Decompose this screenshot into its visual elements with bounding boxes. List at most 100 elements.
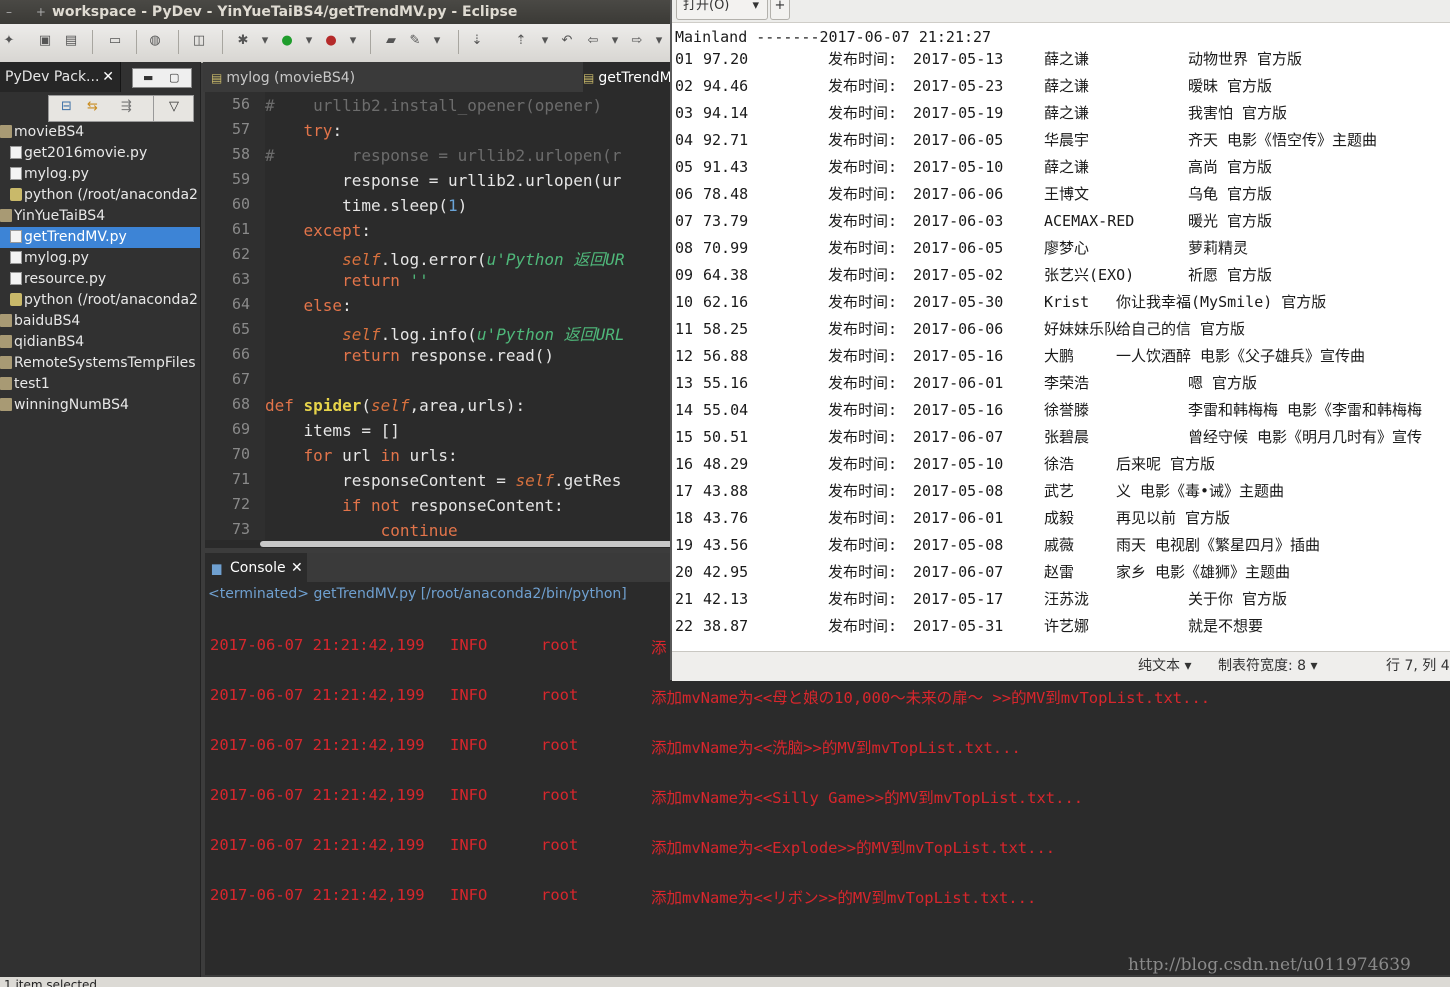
row-date: 2017-05-16: [913, 401, 1004, 419]
forward-arrow-icon[interactable]: ⇨: [628, 32, 646, 50]
tree-item[interactable]: getTrendMV.py: [0, 227, 200, 248]
tree-item-label: movieBS4: [14, 124, 85, 140]
console-icon[interactable]: ▭: [106, 32, 124, 50]
new-tab-button[interactable]: +: [770, 0, 790, 20]
prev-annotation-icon[interactable]: ⇡: [512, 32, 530, 50]
line-number: 67: [231, 370, 250, 388]
link-with-editor-icon[interactable]: ⇆: [87, 99, 98, 114]
tree-item[interactable]: test1: [0, 374, 200, 395]
row-title: 嗯 官方版: [1188, 374, 1258, 392]
chevron-down-icon: ▾: [752, 0, 759, 13]
row-score: 42.13: [703, 590, 749, 608]
new-icon[interactable]: ✦: [0, 32, 18, 50]
back-arrow-icon[interactable]: ⇦: [584, 32, 602, 50]
chevron-down-icon[interactable]: ▾: [650, 32, 668, 50]
row-artist: 戚薇: [1044, 536, 1075, 554]
package-explorer: PyDev Pack... ✕ ▬ ▢ ⊟ ⇆ ⇶ ▽ movieBS4 get2…: [0, 62, 201, 977]
window-controls[interactable]: – +: [6, 0, 56, 24]
ranking-row: 01 97.20 发布时间: 2017-05-13 薛之谦 动物世界 官方版: [675, 46, 1450, 73]
chevron-down-icon[interactable]: ▾: [606, 32, 624, 50]
tree-item[interactable]: RemoteSystemsTempFiles: [0, 353, 200, 374]
python-interpreter-icon: [10, 293, 22, 306]
package-explorer-tab[interactable]: PyDev Pack... ✕: [0, 62, 121, 92]
chevron-down-icon[interactable]: ▾: [536, 32, 554, 50]
row-artist: 廖梦心: [1044, 239, 1090, 257]
tree-item[interactable]: winningNumBS4: [0, 395, 200, 416]
pen-icon[interactable]: ✎: [406, 32, 424, 50]
code-line: # urllib2.install_opener(opener): [265, 96, 603, 115]
tree-item[interactable]: mylog.py: [0, 248, 200, 269]
tree-item[interactable]: mylog.py: [0, 164, 200, 185]
row-score: 92.71: [703, 131, 749, 149]
ranking-row: 18 43.76 发布时间: 2017-06-01 成毅 再见以前 官方版: [675, 505, 1450, 532]
row-date: 2017-06-06: [913, 320, 1004, 338]
view-menu-icon[interactable]: ▽: [169, 99, 179, 114]
close-icon[interactable]: ✕: [291, 553, 303, 583]
row-label: 发布时间:: [828, 590, 898, 608]
minimize-icon[interactable]: ▬: [143, 69, 153, 87]
row-rank: 02: [675, 77, 694, 95]
code-editor[interactable]: # urllib2.install_opener(opener) try: # …: [265, 92, 670, 540]
next-annotation-icon[interactable]: ⇣: [468, 32, 486, 50]
python-file-icon: [10, 272, 22, 285]
focus-icon[interactable]: ⇶: [121, 99, 132, 114]
scrollbar-thumb[interactable]: [260, 541, 680, 547]
line-number: 60: [231, 195, 250, 213]
ranking-row: 03 94.14 发布时间: 2017-05-19 薛之谦 我害怕 官方版: [675, 100, 1450, 127]
row-date: 2017-06-03: [913, 212, 1004, 230]
editor-tab[interactable]: ▤ mylog (movieBS4): [211, 62, 371, 92]
text-content[interactable]: Mainland -------2017-06-07 21:21:27 01 97…: [672, 23, 1450, 650]
minimize-maximize-buttons[interactable]: ▬ ▢: [132, 68, 192, 88]
tree-item[interactable]: python (/root/anaconda2: [0, 185, 200, 206]
console-process-status: <terminated> getTrendMV.py [/root/anacon…: [205, 582, 670, 609]
open-button[interactable]: 打开(O) ▾: [676, 0, 768, 20]
tree-item[interactable]: movieBS4: [0, 122, 200, 143]
tab-console[interactable]: ▆ Console ✕: [205, 553, 307, 582]
row-rank: 14: [675, 401, 694, 419]
debug-icon[interactable]: ✱: [234, 32, 252, 50]
package-icon[interactable]: ◫: [190, 32, 208, 50]
console-icon: ▆: [212, 561, 222, 575]
open-folder-icon[interactable]: ▰: [382, 32, 400, 50]
row-score: 56.88: [703, 347, 749, 365]
run-icon[interactable]: ●: [278, 32, 296, 50]
row-score: 64.38: [703, 266, 749, 284]
format-selector[interactable]: 纯文本 ▾: [1138, 652, 1191, 680]
save-icon[interactable]: ▣: [36, 32, 54, 50]
log-time: 2017-06-07 21:21:42,199: [210, 836, 425, 854]
save-all-icon[interactable]: ▤: [62, 32, 80, 50]
tab-width-selector[interactable]: 制表符宽度: 8 ▾: [1218, 652, 1318, 680]
chevron-down-icon[interactable]: ▾: [428, 32, 446, 50]
code-line: self.log.error(u'Python 返回UR: [342, 250, 625, 269]
log-msg: 添加mvName为<<洗脑>>的MV到mvTopList.txt...: [651, 739, 1021, 757]
tree-item-label: qidianBS4: [14, 334, 85, 350]
row-artist: 成毅: [1044, 509, 1075, 527]
tree-item[interactable]: resource.py: [0, 269, 200, 290]
row-score: 94.46: [703, 77, 749, 95]
tree-item[interactable]: YinYueTaiBS4: [0, 206, 200, 227]
tree-item[interactable]: python (/root/anaconda2: [0, 290, 200, 311]
last-edit-icon[interactable]: ↶: [558, 32, 576, 50]
chevron-down-icon[interactable]: ▾: [344, 32, 362, 50]
chevron-down-icon[interactable]: ▾: [300, 32, 318, 50]
chevron-down-icon[interactable]: ▾: [256, 32, 274, 50]
python-file-icon: [10, 146, 22, 159]
external-tools-icon[interactable]: ●: [322, 32, 340, 50]
row-label: 发布时间:: [828, 347, 898, 365]
project-tree: movieBS4 get2016movie.py mylog.py python (/…: [0, 122, 200, 416]
tree-item[interactable]: get2016movie.py: [0, 143, 200, 164]
ranking-row: 08 70.99 发布时间: 2017-06-05 廖梦心 萝莉精灵: [675, 235, 1450, 262]
row-label: 发布时间:: [828, 455, 898, 473]
editor-horizontal-scrollbar[interactable]: [205, 540, 680, 548]
collapse-all-icon[interactable]: ⊟: [61, 99, 72, 114]
maximize-icon[interactable]: ▢: [169, 69, 179, 87]
row-date: 2017-06-05: [913, 131, 1004, 149]
tree-item[interactable]: qidianBS4: [0, 332, 200, 353]
row-score: 91.43: [703, 158, 749, 176]
close-icon[interactable]: ✕: [102, 62, 114, 92]
ranking-row: 11 58.25 发布时间: 2017-06-06 好妹妹乐队 给自己的信 官方版: [675, 316, 1450, 343]
python-icon[interactable]: ◍: [146, 32, 164, 50]
tree-item[interactable]: baiduBS4: [0, 311, 200, 332]
row-title: 关于你 官方版: [1188, 590, 1288, 608]
row-title: 雨天 电视剧《繁星四月》插曲: [1116, 536, 1321, 554]
